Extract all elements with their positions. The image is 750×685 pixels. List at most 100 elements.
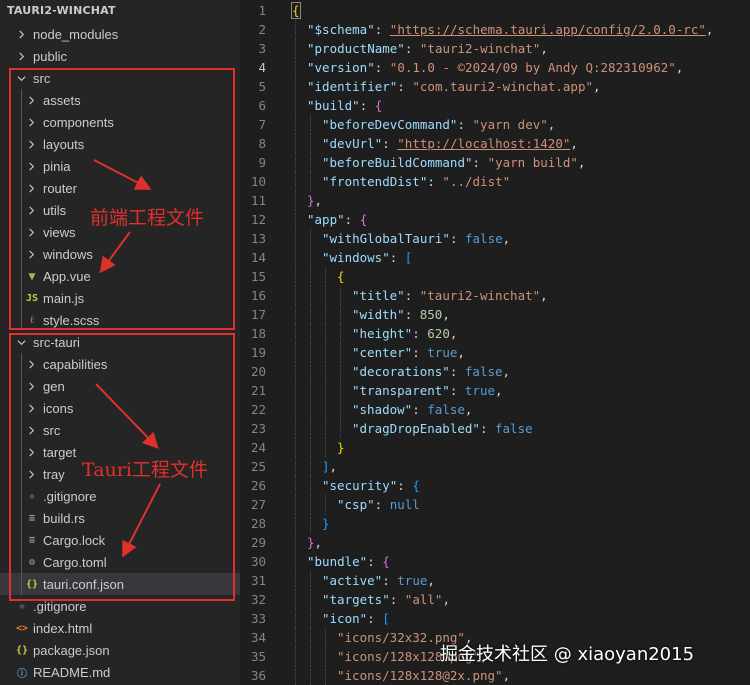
line-number: 25 — [250, 459, 266, 474]
code-line[interactable]: 2 "$schema": "https://schema.tauri.app/co… — [240, 20, 750, 39]
code-line[interactable]: 19 "center": true, — [240, 343, 750, 362]
code-token: , — [502, 231, 511, 246]
code-token: , — [329, 459, 338, 474]
code-token: [ — [404, 250, 413, 265]
code-line[interactable]: 20 "decorations": false, — [240, 362, 750, 381]
indent-guide — [325, 362, 326, 381]
code-token: , — [502, 364, 511, 379]
code-text: } — [337, 438, 345, 457]
indent-guide — [325, 419, 326, 438]
code-line[interactable]: 18 "height": 620, — [240, 324, 750, 343]
code-line[interactable]: 15 { — [240, 267, 750, 286]
code-token: : — [382, 573, 398, 588]
code-text: } — [322, 514, 330, 533]
code-line[interactable]: 3 "productName": "tauri2-winchat", — [240, 39, 750, 58]
code-token: , — [705, 22, 714, 37]
code-text: "beforeBuildCommand": "yarn build", — [322, 153, 585, 172]
file-package-json[interactable]: {} package.json — [0, 639, 240, 661]
line-number: 22 — [250, 402, 266, 417]
indent-guide — [295, 381, 296, 400]
code-line[interactable]: 9 "beforeBuildCommand": "yarn build", — [240, 153, 750, 172]
indent-guide — [340, 286, 341, 305]
code-line[interactable]: 17 "width": 850, — [240, 305, 750, 324]
code-text: ], — [322, 457, 337, 476]
code-token: { — [374, 98, 383, 113]
line-number: 34 — [250, 630, 266, 645]
line-number: 23 — [250, 421, 266, 436]
code-line[interactable]: 28} — [240, 514, 750, 533]
indent-guide — [325, 400, 326, 419]
code-token: "tauri2-winchat" — [419, 288, 541, 303]
code-line[interactable]: 1{ — [240, 1, 750, 20]
indent-guide — [310, 571, 311, 590]
code-token: : — [389, 250, 405, 265]
code-text: "bundle": { — [307, 552, 390, 571]
code-line[interactable]: 25], — [240, 457, 750, 476]
line-number: 10 — [250, 174, 266, 189]
code-line[interactable]: 12 "app": { — [240, 210, 750, 229]
code-line[interactable]: 11}, — [240, 191, 750, 210]
file-readme-md[interactable]: ⓘ README.md — [0, 661, 240, 683]
code-line[interactable]: 13 "withGlobalTauri": false, — [240, 229, 750, 248]
code-token: "width" — [352, 307, 405, 322]
code-line[interactable]: 21 "transparent": true, — [240, 381, 750, 400]
code-token: "decorations" — [352, 364, 450, 379]
indent-guide — [295, 229, 296, 248]
code-line[interactable]: 10 "frontendDist": "../dist" — [240, 172, 750, 191]
line-number: 3 — [258, 41, 266, 56]
code-token: { — [291, 2, 301, 19]
code-line[interactable]: 36 "icons/128x128@2x.png", — [240, 666, 750, 685]
folder-public[interactable]: public — [0, 45, 240, 67]
code-line[interactable]: 7 "beforeDevCommand": "yarn dev", — [240, 115, 750, 134]
chevron-right-icon[interactable] — [15, 51, 27, 61]
indent-guide — [325, 381, 326, 400]
indent-guide — [310, 305, 311, 324]
code-line[interactable]: 14 "windows": [ — [240, 248, 750, 267]
code-line[interactable]: 26 "security": { — [240, 476, 750, 495]
explorer-title[interactable]: TAURI2-WINCHAT — [0, 0, 240, 22]
code-line[interactable]: 31 "active": true, — [240, 571, 750, 590]
code-line[interactable]: 8 "devUrl": "http://localhost:1420", — [240, 134, 750, 153]
code-line[interactable]: 5 "identifier": "com.tauri2-winchat.app", — [240, 77, 750, 96]
indent-guide — [325, 628, 326, 647]
code-token: "identifier" — [307, 79, 398, 94]
code-editor[interactable]: 1{2 "$schema": "https://schema.tauri.app/… — [240, 0, 750, 685]
code-text: "height": 620, — [352, 324, 457, 343]
line-number: 35 — [250, 649, 266, 664]
code-token: , — [314, 193, 323, 208]
indent-guide — [295, 267, 296, 286]
indent-guide — [310, 267, 311, 286]
chevron-right-icon[interactable] — [15, 29, 27, 39]
indent-guide — [295, 248, 296, 267]
code-text: { — [337, 267, 345, 286]
code-line[interactable]: 16 "title": "tauri2-winchat", — [240, 286, 750, 305]
code-text: "windows": [ — [322, 248, 412, 267]
code-line[interactable]: 6 "build": { — [240, 96, 750, 115]
line-number: 17 — [250, 307, 266, 322]
code-text: "security": { — [322, 476, 420, 495]
code-token: false — [464, 364, 503, 379]
line-number: 13 — [250, 231, 266, 246]
code-line[interactable]: 32 "targets": "all", — [240, 590, 750, 609]
code-token: , — [314, 535, 323, 550]
indent-guide — [340, 324, 341, 343]
code-line[interactable]: 29}, — [240, 533, 750, 552]
tree-item-label: index.html — [33, 620, 93, 636]
indent-guide — [295, 134, 296, 153]
code-token: "icons/128x128@2x.png" — [337, 668, 503, 683]
code-line[interactable]: 33 "icon": [ — [240, 609, 750, 628]
folder-node-modules[interactable]: node_modules — [0, 23, 240, 45]
code-line[interactable]: 22 "shadow": false, — [240, 400, 750, 419]
code-text: "center": true, — [352, 343, 465, 362]
code-token: , — [502, 668, 511, 683]
line-number: 31 — [250, 573, 266, 588]
html-file-icon: <> — [15, 622, 29, 634]
code-token: : — [374, 497, 390, 512]
indent-guide — [295, 286, 296, 305]
code-line[interactable]: 24} — [240, 438, 750, 457]
file-index-html[interactable]: <> index.html — [0, 617, 240, 639]
code-line[interactable]: 30 "bundle": { — [240, 552, 750, 571]
code-line[interactable]: 4 "version": "0.1.0 - ©2024/09 by Andy Q:… — [240, 58, 750, 77]
code-line[interactable]: 23 "dragDropEnabled": false — [240, 419, 750, 438]
code-line[interactable]: 27 "csp": null — [240, 495, 750, 514]
